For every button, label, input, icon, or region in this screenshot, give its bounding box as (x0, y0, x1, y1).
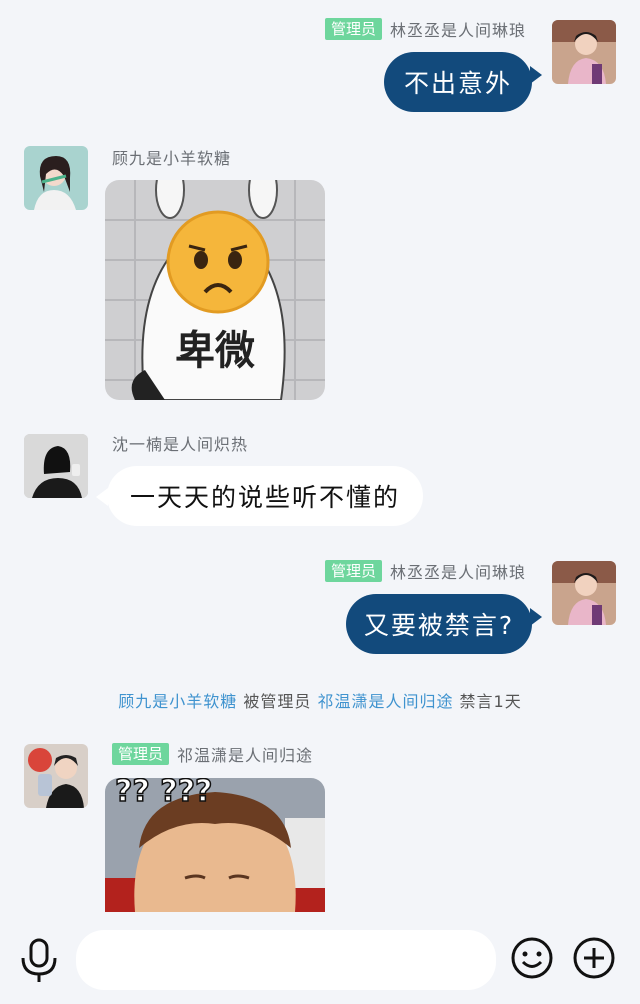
operator-link[interactable]: 祁温潇是人间归途 (317, 692, 453, 711)
message-input[interactable] (76, 930, 496, 990)
sticker-image[interactable]: 卑微 (105, 180, 325, 400)
admin-badge: 管理员 (324, 18, 382, 40)
bubble-tail (530, 608, 542, 626)
message-bubble[interactable]: 又要被禁言? (346, 594, 532, 654)
bubble-tail (530, 66, 542, 84)
message-bubble[interactable]: 不出意外 (384, 52, 532, 112)
avatar[interactable] (24, 744, 88, 808)
system-notice: 顾九是小羊软糖 被管理员 祁温潇是人间归途 禁言1天 (0, 688, 640, 712)
sticker-image[interactable]: ?? ??? (105, 778, 325, 912)
sender-meta: 管理员 林丞丞是人间琳琅 (230, 18, 526, 40)
sender-name[interactable]: 林丞丞是人间琳琅 (390, 17, 526, 41)
avatar[interactable] (24, 434, 88, 498)
smiley-icon[interactable] (510, 936, 554, 980)
chat-screen: 管理员 林丞丞是人间琳琅 不出意外 顾九是小羊软糖 卑微 沈一楠是人间炽热 一天… (0, 0, 640, 1004)
message-bubble[interactable]: 一天天的说些听不懂的 (107, 466, 423, 526)
microphone-icon[interactable] (18, 938, 60, 984)
input-bar (0, 920, 640, 1004)
sticker-caption: 卑微 (175, 328, 255, 374)
sender-name[interactable]: 林丞丞是人间琳琅 (390, 559, 526, 583)
avatar[interactable] (552, 561, 616, 625)
sender-name[interactable]: 顾九是小羊软糖 (112, 145, 231, 169)
sender-meta: 顾九是小羊软糖 (112, 146, 352, 168)
sender-meta: 沈一楠是人间炽热 (112, 432, 352, 454)
admin-badge: 管理员 (112, 743, 170, 765)
sticker-caption: ?? ??? (114, 778, 213, 810)
notice-action: 禁言1天 (453, 692, 522, 711)
avatar[interactable] (552, 20, 616, 84)
muted-user-link[interactable]: 顾九是小羊软糖 (118, 692, 237, 711)
avatar[interactable] (24, 146, 88, 210)
sender-meta: 管理员 林丞丞是人间琳琅 (230, 560, 526, 582)
sender-meta: 管理员 祁温潇是人间归途 (112, 743, 372, 765)
admin-badge: 管理员 (324, 560, 382, 582)
sender-name[interactable]: 沈一楠是人间炽热 (112, 431, 248, 455)
notice-connector: 被管理员 (237, 692, 318, 711)
plus-circle-icon[interactable] (572, 936, 616, 980)
sender-name[interactable]: 祁温潇是人间归途 (177, 742, 313, 766)
